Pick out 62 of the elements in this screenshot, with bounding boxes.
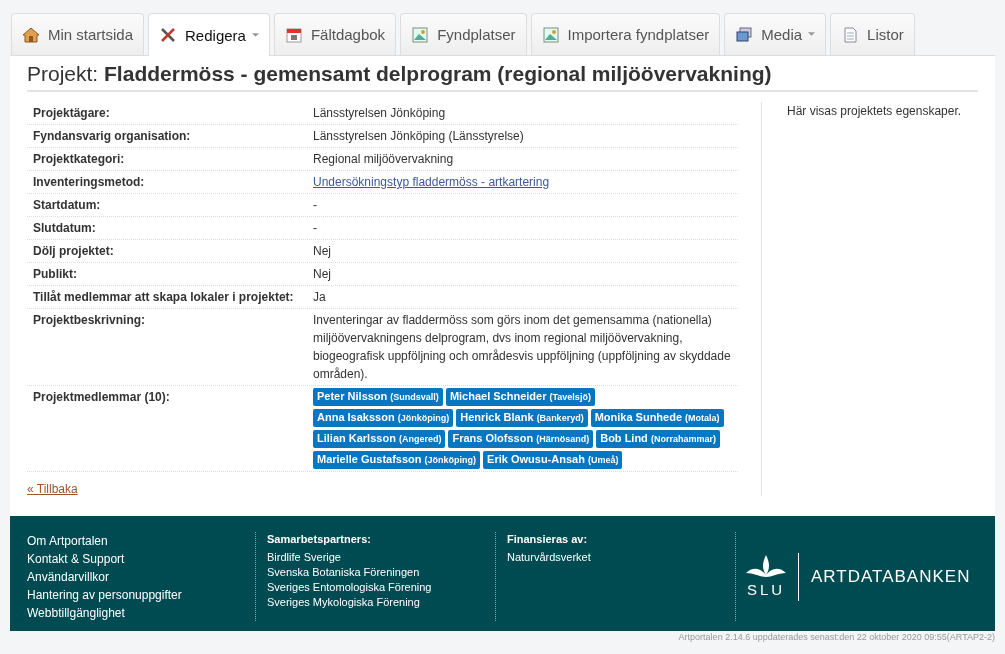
nav-tab[interactable]: Listor: [830, 13, 915, 55]
partner-link[interactable]: Sveriges Entomologiska Förening: [267, 580, 495, 595]
footer-link[interactable]: Användarvillkor: [27, 568, 255, 586]
property-value: Länsstyrelsen Jönköping (Länsstyrelse): [313, 129, 524, 143]
property-value: Länsstyrelsen Jönköping: [313, 106, 446, 120]
property-label: Projektbeskrivning:: [33, 312, 147, 329]
property-label: Dölj projektet:: [33, 243, 115, 260]
property-label: Fyndansvarig organisation:: [33, 128, 192, 145]
property-label: Startdatum:: [33, 197, 102, 214]
map-icon: [411, 25, 430, 44]
back-link[interactable]: « Tillbaka: [27, 482, 78, 496]
partner-link[interactable]: Birdlife Sverige: [267, 550, 495, 565]
map-icon: [541, 25, 560, 44]
property-value: Nej: [313, 244, 331, 258]
property-value: Nej: [313, 267, 331, 281]
property-link[interactable]: Undersökningstyp fladdermöss - artkartering: [313, 175, 550, 189]
property-value: Regional miljöövervakning: [313, 152, 454, 166]
partner-link[interactable]: Sveriges Mykologiska Förening: [267, 595, 495, 610]
nav-tab[interactable]: Fältdagbok: [273, 13, 397, 55]
property-label: Slutdatum:: [33, 220, 97, 237]
funder-link[interactable]: Naturvårdsverket: [507, 550, 735, 565]
property-label: Tillåt medlemmar att skapa lokaler i projektet:: [33, 289, 295, 306]
property-label: Projektkategori:: [33, 151, 126, 168]
footer-heading: Samarbetspartners:: [267, 532, 372, 547]
nav-tab[interactable]: Media: [724, 13, 827, 55]
footer-link[interactable]: Hantering av personuppgifter: [27, 586, 255, 604]
nav-tab[interactable]: Importera fyndplatser: [530, 13, 721, 55]
property-value: -: [313, 221, 317, 235]
member-tag[interactable]: Frans Olofsson (Härnösand): [448, 430, 594, 448]
member-tag[interactable]: Bob Lind (Norrahammar): [596, 430, 720, 448]
version-text: Artportalen 2.14.6 uppdaterades senast:den 22 oktober 2020 09:55(ARTAP2-2): [678, 632, 995, 642]
images-icon: [735, 25, 754, 44]
footer-link[interactable]: Om Artportalen: [27, 532, 255, 550]
nav-tab[interactable]: Fyndplatser: [400, 13, 527, 55]
property-label: Inventeringsmetod:: [33, 174, 146, 191]
property-value: Ja: [313, 290, 326, 304]
member-tag[interactable]: Peter Nilsson (Sundsvall): [313, 388, 443, 406]
page-title: Projekt: Fladdermöss - gemensamt delprogram (regional miljöövervakning): [27, 62, 978, 92]
property-label: Publikt:: [33, 266, 78, 283]
nav-tab[interactable]: Redigera: [148, 13, 270, 56]
member-tag[interactable]: Michael Schneider (Tavelsjö): [445, 388, 595, 406]
calendar-icon: [284, 25, 303, 44]
property-label: Projektägare:: [33, 105, 111, 122]
footer-heading: Finansieras av:: [507, 532, 589, 547]
footer-link[interactable]: Webbtillgänglighet: [27, 604, 255, 622]
side-note: Här visas projektets egenskaper.: [787, 104, 962, 118]
document-icon: [841, 25, 860, 44]
logo-text: ARTDATABANKEN: [811, 566, 971, 587]
footer-link[interactable]: Kontakt & Support: [27, 550, 255, 568]
member-tag[interactable]: Erik Owusu-Ansah (Umeå): [483, 451, 623, 469]
member-tag[interactable]: Marielle Gustafsson (Jönköping): [313, 451, 481, 469]
house-icon: [22, 25, 40, 44]
logo-text: SLU: [746, 581, 786, 598]
nav-tab[interactable]: Min startsida: [11, 13, 145, 55]
member-tag[interactable]: Anna Isaksson (Jönköping): [313, 409, 454, 427]
partner-link[interactable]: Svenska Botaniska Föreningen: [267, 565, 495, 580]
member-tag[interactable]: Monika Sunhede (Motala): [590, 409, 724, 427]
property-label: Projektmedlemmar (10):: [33, 389, 171, 406]
member-tag[interactable]: Lilian Karlsson (Angered): [313, 430, 446, 448]
member-tag[interactable]: Henrick Blank (Bankeryd): [456, 409, 588, 427]
property-value: -: [313, 198, 317, 212]
property-value: Inventeringar av fladdermöss som görs inom det gemensamma (nationella) miljöövervakningens delprogram, dvs inom regional miljöövervakning, biogeografisk uppföljning och områdesvis uppföljning (uppföljning av skyddade områden).: [313, 313, 731, 381]
